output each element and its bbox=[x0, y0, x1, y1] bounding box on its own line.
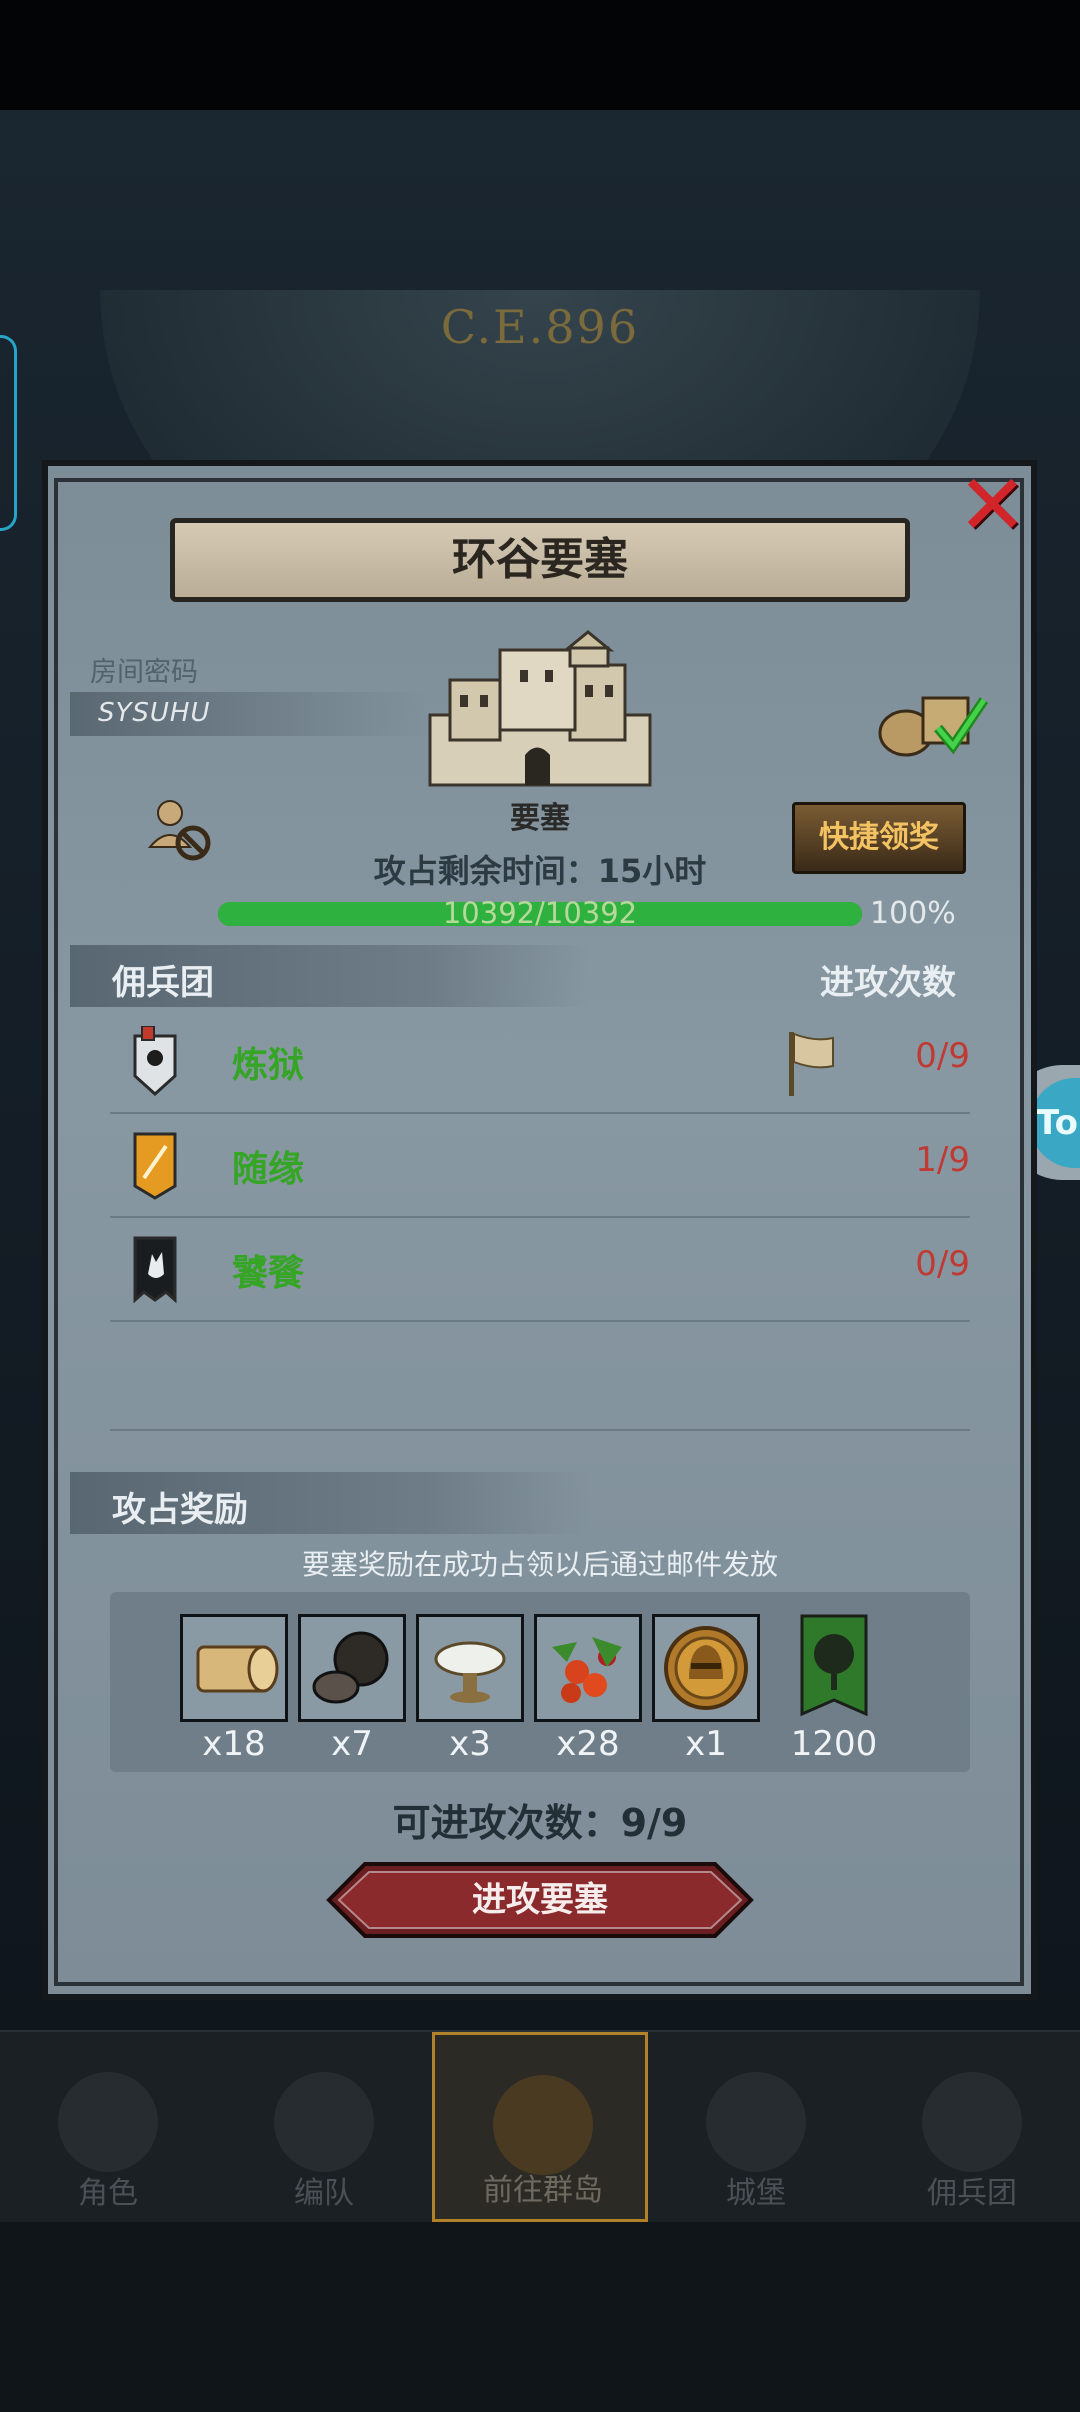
green-tree-banner-icon bbox=[780, 1614, 888, 1722]
attack-button-label[interactable]: 进攻要塞 bbox=[325, 1860, 755, 1940]
occupation-progress-percent: 100% bbox=[870, 896, 956, 931]
reward-item[interactable]: 1200 bbox=[780, 1614, 888, 1764]
silver-dish-icon bbox=[416, 1614, 524, 1722]
reward-qty: x3 bbox=[449, 1724, 491, 1764]
room-password-value: SYSUHU bbox=[98, 698, 211, 728]
gold-helmet-coin-icon bbox=[652, 1614, 760, 1722]
reward-qty: x28 bbox=[556, 1724, 620, 1764]
reward-item[interactable]: x18 bbox=[180, 1614, 288, 1764]
guild-row[interactable]: 炼狱 0/9 bbox=[110, 1008, 970, 1114]
nav-islands[interactable]: 前往群岛 bbox=[432, 2032, 648, 2222]
time-remaining: 攻占剩余时间：15小时 bbox=[373, 852, 707, 890]
reward-header: 攻占奖励 bbox=[112, 1490, 248, 1530]
nav-label: 角色 bbox=[78, 2176, 138, 2211]
ore-rock-icon bbox=[298, 1614, 406, 1722]
nav-castle[interactable]: 城堡 bbox=[648, 2032, 864, 2222]
room-password-label: 房间密码 bbox=[90, 657, 198, 688]
bottom-fill bbox=[0, 2222, 1080, 2412]
user-blocked-icon[interactable] bbox=[145, 795, 215, 865]
reward-item[interactable]: x3 bbox=[416, 1614, 524, 1764]
dialog-title: 环谷要塞 bbox=[452, 534, 628, 585]
attacks-available: 可进攻次数：9/9 bbox=[392, 1801, 688, 1845]
empty-guild-row bbox=[110, 1325, 970, 1431]
mercenary-icon bbox=[922, 2072, 1022, 2172]
sword-banner-emblem-icon bbox=[133, 1132, 177, 1200]
fortress-castle-icon bbox=[428, 630, 652, 787]
reward-qty: 1200 bbox=[790, 1724, 878, 1764]
nav-character[interactable]: 角色 bbox=[0, 2032, 216, 2222]
nav-label: 城堡 bbox=[726, 2176, 786, 2211]
guild-row[interactable]: 随缘 1/9 bbox=[110, 1112, 970, 1218]
character-icon bbox=[58, 2072, 158, 2172]
mercenary-header: 佣兵团 bbox=[112, 963, 214, 1003]
guild-row[interactable]: 饕餮 0/9 bbox=[110, 1216, 970, 1322]
attack-count-header: 进攻次数 bbox=[820, 963, 956, 1003]
building-type-label: 要塞 bbox=[510, 801, 570, 836]
left-side-tab[interactable] bbox=[0, 335, 17, 531]
islands-icon bbox=[493, 2075, 593, 2175]
occupation-progress-text: 10392/10392 bbox=[442, 896, 638, 930]
nav-formation[interactable]: 编队 bbox=[216, 2032, 432, 2222]
nav-label: 佣兵团 bbox=[927, 2176, 1017, 2211]
guild-name: 随缘 bbox=[232, 1149, 305, 1190]
wood-log-icon bbox=[180, 1614, 288, 1722]
nav-mercenary[interactable]: 佣兵团 bbox=[864, 2032, 1080, 2222]
guild-attack-count: 0/9 bbox=[915, 1036, 970, 1076]
formation-icon bbox=[274, 2072, 374, 2172]
reward-item[interactable]: x28 bbox=[534, 1614, 642, 1764]
castle-icon bbox=[706, 2072, 806, 2172]
status-bar bbox=[0, 0, 1080, 110]
reward-item[interactable]: x7 bbox=[298, 1614, 406, 1764]
guild-name: 炼狱 bbox=[232, 1045, 305, 1086]
reward-qty: x18 bbox=[202, 1724, 266, 1764]
quick-claim-button[interactable]: 快捷领奖 bbox=[792, 802, 966, 874]
close-icon[interactable]: ✕ bbox=[955, 463, 1030, 547]
era-label: C.E.896 bbox=[440, 300, 640, 354]
reward-qty: x7 bbox=[331, 1724, 373, 1764]
reward-item[interactable]: x1 bbox=[652, 1614, 760, 1764]
guild-attack-count: 1/9 bbox=[915, 1140, 970, 1180]
wolf-banner-emblem-icon bbox=[133, 1236, 177, 1304]
nav-label: 前往群岛 bbox=[483, 2173, 603, 2208]
sun-shield-emblem-icon bbox=[133, 1026, 177, 1096]
nav-label: 编队 bbox=[294, 2176, 354, 2211]
bottom-nav: 角色 编队 前往群岛 城堡 佣兵团 bbox=[0, 2030, 1080, 2222]
guild-name: 饕餮 bbox=[232, 1253, 305, 1294]
guild-attack-count: 0/9 bbox=[915, 1244, 970, 1284]
flag-icon bbox=[789, 1032, 834, 1096]
reward-qty: x1 bbox=[685, 1724, 727, 1764]
reward-note: 要塞奖励在成功占领以后通过邮件发放 bbox=[301, 1548, 778, 1581]
reward-claimed-icon bbox=[878, 696, 988, 757]
berries-icon bbox=[534, 1614, 642, 1722]
